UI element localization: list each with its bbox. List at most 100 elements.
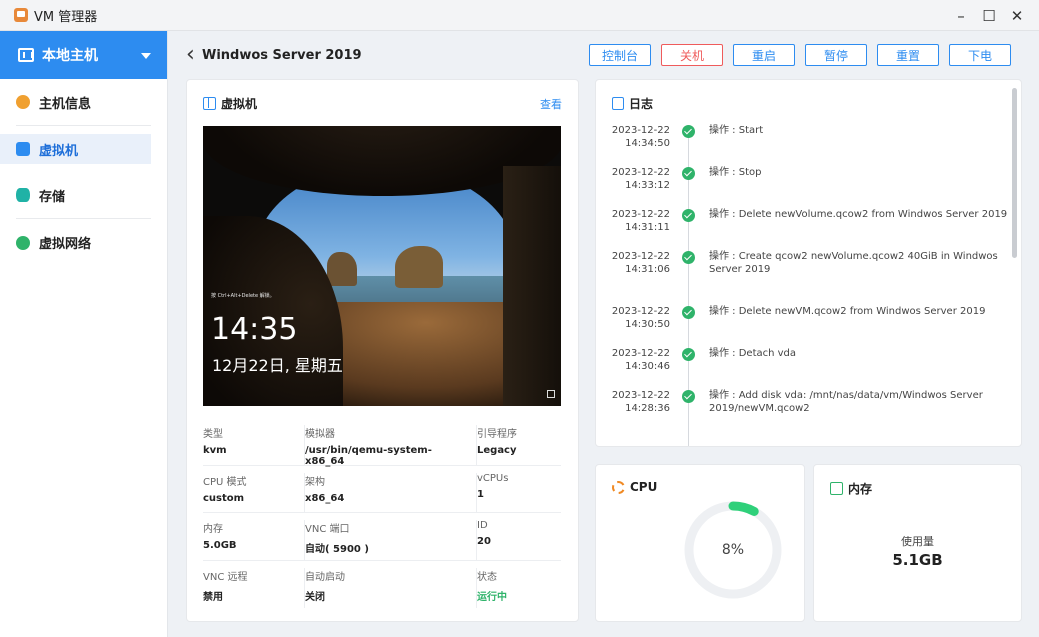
vm-panel-title: 虚拟机 xyxy=(203,95,257,112)
sidebar-item-network[interactable]: 虚拟网络 xyxy=(16,219,151,266)
reset-button[interactable]: 重置 xyxy=(877,44,939,66)
log-date: 2023-12-22 xyxy=(611,306,670,317)
memory-usage-label: 使用量 xyxy=(901,535,934,548)
info-label: vCPUs xyxy=(477,472,509,484)
vm-icon xyxy=(16,142,30,156)
cpu-usage-text: 8% xyxy=(721,542,745,558)
info-value: Legacy xyxy=(477,445,517,456)
memory-panel: 内存 使用量 5.1GB xyxy=(813,464,1022,622)
info-row: 类型 kvm 模拟器/usr/bin/qemu-system-x86_64 引导程… xyxy=(203,418,561,467)
log-date: 2023-12-22 xyxy=(611,209,670,220)
restart-button[interactable]: 重启 xyxy=(733,44,795,66)
success-check-icon xyxy=(682,209,695,222)
log-timestamp: 2023-12-22 14:33:12 xyxy=(596,166,670,208)
caret-down-icon xyxy=(141,53,151,59)
log-entry: 2023-12-22 14:30:50 操作 : Delete newVM.qco… xyxy=(596,305,1011,347)
lockscreen-time: 14:35 xyxy=(211,312,298,347)
success-check-icon xyxy=(682,125,695,138)
info-value: 关闭 xyxy=(305,591,325,603)
info-value: /usr/bin/qemu-system-x86_64 xyxy=(305,445,432,467)
pause-button[interactable]: 暂停 xyxy=(805,44,867,66)
log-entry: 2023-12-22 14:30:46 操作 : Detach vda xyxy=(596,347,1011,389)
info-value: 5.0GB xyxy=(203,540,237,551)
window-titlebar: VM 管理器 – ☐ ✕ xyxy=(0,0,1039,31)
info-cell-id: ID 20 xyxy=(476,520,561,560)
power-off-button[interactable]: 下电 xyxy=(949,44,1011,66)
info-label: 引导程序 xyxy=(477,429,517,440)
info-cell-bootloader: 引导程序 Legacy xyxy=(476,425,561,465)
memory-panel-title: 内存 xyxy=(830,480,872,497)
info-label: VNC 远程 xyxy=(203,571,248,583)
log-time: 14:30:46 xyxy=(625,361,670,372)
info-cell-status: 状态 运行中 xyxy=(476,567,561,608)
maximize-button[interactable]: ☐ xyxy=(975,0,1003,31)
log-timestamp: 2023-12-22 14:31:11 xyxy=(596,208,670,250)
memory-usage-value: 5.1GB xyxy=(892,551,943,569)
network-status-icon xyxy=(547,390,555,398)
sidebar-item-storage[interactable]: 存储 xyxy=(16,172,151,219)
log-timestamp: 2023-12-22 14:30:50 xyxy=(596,305,670,347)
sidebar-item-label: 虚拟机 xyxy=(39,143,79,159)
success-check-icon xyxy=(682,306,695,319)
info-row: CPU 模式 custom 架构 x86_64 vCPUs 1 xyxy=(203,466,561,513)
lockscreen-date: 12月22日, 星期五 xyxy=(212,356,343,375)
info-label: CPU 模式 xyxy=(203,476,247,488)
info-cell-vnc-port: VNC 端口自动( 5900 ) xyxy=(304,520,476,560)
server-icon xyxy=(18,48,34,62)
sidebar-item-vm[interactable]: 虚拟机 xyxy=(0,134,151,164)
success-check-icon xyxy=(682,390,695,403)
vm-screen-preview[interactable]: 按 Ctrl+Alt+Delete 解锁。 14:35 12月22日, 星期五 xyxy=(203,126,561,406)
shutdown-button[interactable]: 关机 xyxy=(661,44,723,66)
info-value: 禁用 xyxy=(203,591,223,603)
close-button[interactable]: ✕ xyxy=(1003,0,1031,31)
log-scrollbar[interactable] xyxy=(1012,88,1017,258)
sidebar-item-host-info[interactable]: 主机信息 xyxy=(16,79,151,126)
log-date: 2023-12-22 xyxy=(611,390,670,401)
info-value: 自动( 5900 ) xyxy=(305,544,369,555)
vm-panel-title-text: 虚拟机 xyxy=(221,97,258,111)
log-text: 操作 : Stop xyxy=(709,167,762,178)
view-link[interactable]: 查看 xyxy=(540,96,562,112)
log-date: 2023-12-22 xyxy=(611,348,670,359)
sidebar-item-label: 虚拟网络 xyxy=(39,237,92,252)
log-time: 14:31:11 xyxy=(625,222,670,233)
vm-panel: 虚拟机 查看 按 Ctrl+Alt+Delete 解锁。 14:35 12月22… xyxy=(186,79,579,622)
window-controls: – ☐ ✕ xyxy=(947,0,1039,31)
info-label: VNC 端口 xyxy=(305,524,350,535)
log-date: 2023-12-22 xyxy=(611,167,670,178)
info-cell-cpu-mode: CPU 模式 custom xyxy=(203,473,304,513)
info-label: ID xyxy=(477,520,488,531)
info-label: 状态 xyxy=(477,571,497,583)
app-logo-icon xyxy=(14,8,28,22)
info-label: 内存 xyxy=(203,524,223,535)
cpu-panel-title-text: CPU xyxy=(630,480,658,494)
page-header: ‹ Windwos Server 2019 控制台 关机 重启 暂停 重置 下电 xyxy=(168,31,1039,79)
screen-rock xyxy=(395,246,443,288)
log-icon xyxy=(612,97,624,110)
host-selector[interactable]: 本地主机 xyxy=(0,31,167,79)
host-selector-label: 本地主机 xyxy=(42,48,98,64)
cpu-panel: CPU 8% xyxy=(595,464,805,622)
console-button[interactable]: 控制台 xyxy=(589,44,651,66)
sidebar: 本地主机 主机信息 虚拟机 存储 虚拟网络 xyxy=(0,31,168,637)
log-text: 操作 : Start xyxy=(709,125,764,136)
log-text: 操作 : Detach vda xyxy=(709,348,797,359)
info-row: 内存 5.0GB VNC 端口自动( 5900 ) ID 20 xyxy=(203,513,561,561)
log-date: 2023-12-22 xyxy=(611,251,670,262)
minimize-button[interactable]: – xyxy=(947,0,975,31)
info-label: 模拟器 xyxy=(305,429,335,440)
screen-cave-right xyxy=(503,166,561,406)
log-time: 14:34:50 xyxy=(625,138,670,149)
sidebar-item-label: 主机信息 xyxy=(39,96,92,112)
info-cell-emulator: 模拟器/usr/bin/qemu-system-x86_64 xyxy=(304,425,476,467)
log-entry: 2023-12-22 14:33:12 操作 : Stop xyxy=(596,166,1011,208)
log-timestamp: 2023-12-22 14:34:50 xyxy=(596,124,670,166)
info-cell-vcpus: vCPUs 1 xyxy=(476,472,561,512)
info-cell-memory: 内存 5.0GB xyxy=(203,520,304,560)
info-label: 自动启动 xyxy=(305,571,345,583)
back-arrow-icon[interactable]: ‹ xyxy=(186,44,198,66)
vm-action-bar: 控制台 关机 重启 暂停 重置 下电 xyxy=(589,44,1011,66)
log-entry: 2023-12-22 14:34:50 操作 : Start xyxy=(596,124,1011,166)
log-text: 操作 : Delete newVM.qcow2 from Windwos Ser… xyxy=(709,306,986,317)
info-value: 20 xyxy=(477,536,491,547)
